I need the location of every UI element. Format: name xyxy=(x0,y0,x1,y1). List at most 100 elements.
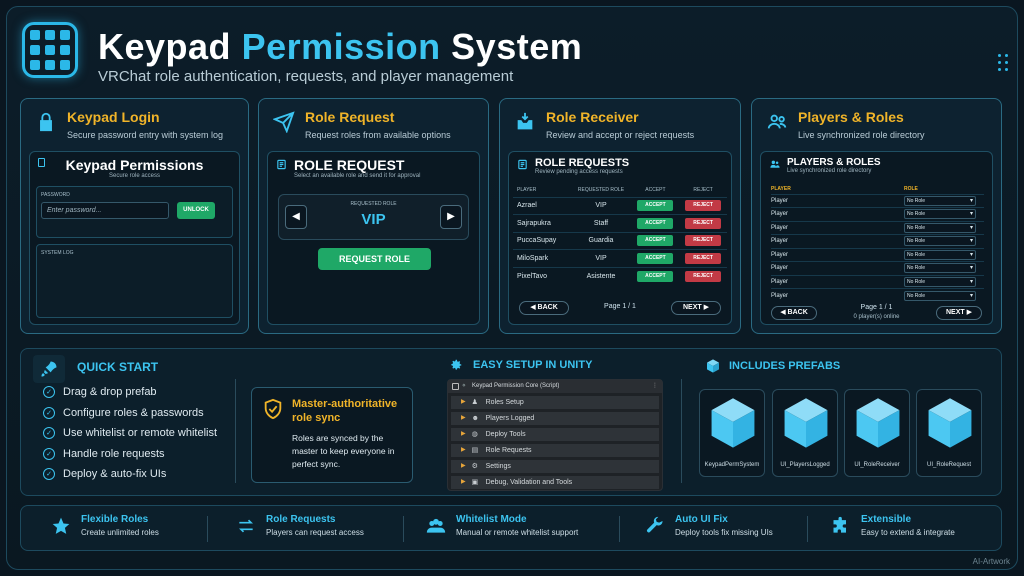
list-item: ✓ Handle role requests xyxy=(43,444,217,465)
request-role-button[interactable]: REQUEST ROLE xyxy=(318,248,431,270)
info-section: QUICK START ✓ Drag & drop prefab ✓ Configu… xyxy=(20,348,1002,496)
prefab-name: UI_RoleReceiver xyxy=(854,462,900,468)
col-player: PLAYER xyxy=(771,185,791,192)
foldout-settings[interactable]: ▶ ⚙ Settings xyxy=(451,460,659,473)
group-icon xyxy=(426,518,446,533)
role-dropdown[interactable]: No Role xyxy=(904,236,976,247)
player-name: Player xyxy=(771,193,904,208)
form-icon xyxy=(277,159,286,170)
password-label: PASSWORD xyxy=(41,192,70,198)
divider xyxy=(619,516,620,542)
table-row: Azrael VIP ACCEPT REJECT xyxy=(513,196,727,215)
foldout-deploy-tools[interactable]: ▶ ◍ Deploy Tools xyxy=(451,428,659,441)
reject-button[interactable]: REJECT xyxy=(685,270,722,282)
requested-role: Staff xyxy=(570,214,632,232)
swap-icon xyxy=(238,519,254,533)
requested-role: VIP xyxy=(570,196,632,215)
next-button[interactable]: NEXT ▶ xyxy=(671,301,721,315)
col-accept: ACCEPT xyxy=(645,187,666,194)
reject-button[interactable]: REJECT xyxy=(685,252,722,264)
role-request-title: Role Request xyxy=(305,109,395,125)
role-dropdown[interactable]: No Role xyxy=(904,222,976,233)
players-roles-panel: Players & Roles Live synchronized role d… xyxy=(751,98,1002,334)
role-request-window: ROLE REQUEST Select an available role an… xyxy=(267,151,480,325)
requested-role: Guardia xyxy=(570,231,632,250)
player-name: PixelTavo xyxy=(513,266,571,285)
foldout-debug[interactable]: ▶ ▣ Debug, Validation and Tools xyxy=(451,476,659,489)
check-icon: ✓ xyxy=(43,468,55,481)
prefab-cube-icon xyxy=(784,398,828,448)
system-log-label: SYSTEM LOG xyxy=(41,250,74,256)
list-item: ✓ Configure roles & passwords xyxy=(43,403,217,424)
next-role-button[interactable]: ▶ xyxy=(440,205,462,229)
foldout-role-requests[interactable]: ▶ ▤ Role Requests xyxy=(451,444,659,457)
role-request-desc: Request roles from available options xyxy=(305,130,451,140)
role-receiver-panel: Role Receiver Review and accept or rejec… xyxy=(499,98,741,334)
password-input[interactable]: Enter password... xyxy=(41,202,169,219)
reject-button[interactable]: REJECT xyxy=(685,200,722,212)
check-icon: ✓ xyxy=(43,447,55,460)
prefab-name: KeypadPermSystem xyxy=(704,462,760,468)
divider xyxy=(403,516,404,542)
back-button[interactable]: ◀ BACK xyxy=(771,306,817,320)
feature-flexible-roles: Flexible Roles Create unlimited roles xyxy=(51,514,159,537)
accept-button[interactable]: ACCEPT xyxy=(637,252,674,264)
shield-check-icon xyxy=(264,398,282,420)
player-name: Player xyxy=(771,288,904,302)
keypad-login-desc: Secure password entry with system log xyxy=(67,130,224,140)
table-row: Player No Role xyxy=(771,274,984,289)
player-name: PuccaSupay xyxy=(513,231,571,250)
accept-button[interactable]: ACCEPT xyxy=(637,217,674,229)
players-roles-desc: Live synchronized role directory xyxy=(798,130,925,140)
accept-button[interactable]: ACCEPT xyxy=(637,270,674,282)
next-button[interactable]: NEXT ▶ xyxy=(936,306,982,320)
player-name: Player xyxy=(771,261,904,275)
foldout-players-logged[interactable]: ▶ ☻ Players Logged xyxy=(451,412,659,425)
list-item: ✓ Use whitelist or remote whitelist xyxy=(43,423,217,444)
checkbox[interactable] xyxy=(452,383,459,390)
paper-plane-icon xyxy=(273,111,295,133)
system-log: SYSTEM LOG xyxy=(36,244,233,318)
table-row: Player No Role xyxy=(771,288,984,302)
player-name: Sajrapukra xyxy=(513,214,571,232)
accept-button[interactable]: ACCEPT xyxy=(637,200,674,212)
reject-button[interactable]: REJECT xyxy=(685,235,722,247)
col-reject: REJECT xyxy=(693,187,713,194)
divider xyxy=(807,516,808,542)
role-dropdown[interactable]: No Role xyxy=(904,276,976,287)
prefab-card[interactable]: UI_RoleReceiver xyxy=(844,389,910,477)
prefab-cube-icon xyxy=(928,398,972,448)
globe-icon: ◍ xyxy=(471,431,478,438)
role-dropdown[interactable]: No Role xyxy=(904,209,976,220)
kebab-menu-icon[interactable]: ⋮ xyxy=(652,380,658,393)
players-roles-inner-sub: Live synchronized role directory xyxy=(787,168,872,174)
role-dropdown[interactable]: No Role xyxy=(904,249,976,260)
role-dropdown[interactable]: No Role xyxy=(904,290,976,301)
table-row: MiloSpark VIP ACCEPT REJECT xyxy=(513,249,727,267)
master-sync-card: Master-authoritative role sync Roles are… xyxy=(251,387,413,483)
users-icon xyxy=(767,114,787,129)
prefab-card[interactable]: UI_PlayersLogged xyxy=(772,389,838,477)
lock-icon xyxy=(40,112,52,132)
col-role: ROLE xyxy=(904,185,918,192)
unlock-button[interactable]: UNLOCK xyxy=(177,202,215,219)
players-roles-window: PLAYERS & ROLES Live synchronized role d… xyxy=(760,151,993,325)
role-selector: ◀ REQUESTED ROLE VIP ▶ xyxy=(278,194,469,240)
password-section: PASSWORD Enter password... UNLOCK xyxy=(36,186,233,238)
players-icon: ☻ xyxy=(471,415,479,422)
prefab-card[interactable]: KeypadPermSystem xyxy=(699,389,765,477)
feature-whitelist-mode: Whitelist Mode Manual or remote whitelist… xyxy=(426,514,578,537)
table-row: Player No Role xyxy=(771,261,984,275)
foldout-roles-setup[interactable]: ▶ ♟ Roles Setup xyxy=(451,396,659,409)
player-name: Player xyxy=(771,234,904,248)
table-row: Player No Role xyxy=(771,207,984,221)
reject-button[interactable]: REJECT xyxy=(685,217,722,229)
check-icon: ✓ xyxy=(43,386,55,399)
table-row: Player No Role xyxy=(771,220,984,235)
prefab-card[interactable]: UI_RoleRequest xyxy=(916,389,982,477)
role-dropdown[interactable]: No Role xyxy=(904,263,976,274)
role-dropdown[interactable]: No Role xyxy=(904,195,976,206)
keypad-login-title: Keypad Login xyxy=(67,109,160,125)
player-name: Player xyxy=(771,247,904,262)
accept-button[interactable]: ACCEPT xyxy=(637,235,674,247)
